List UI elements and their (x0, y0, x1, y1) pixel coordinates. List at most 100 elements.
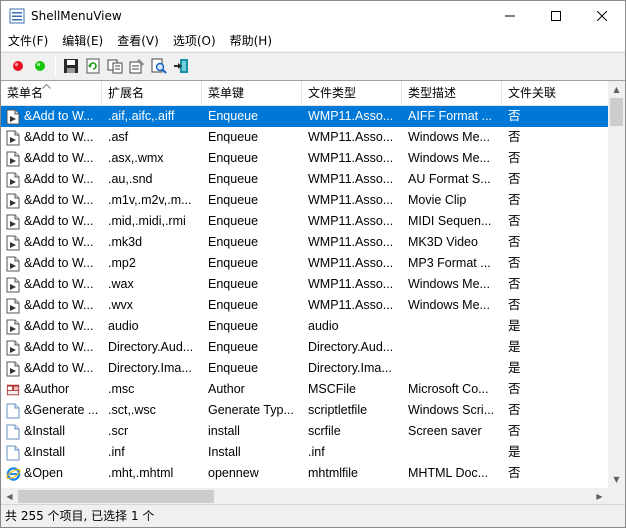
column-header-file-association[interactable]: 文件关联 (502, 81, 609, 106)
scroll-up-icon[interactable]: ▲ (608, 81, 625, 98)
cell-text: AIFF Format ... (408, 109, 493, 123)
vertical-scrollbar[interactable]: ▲ ▼ (608, 81, 625, 488)
cell-text: Screen saver (408, 424, 482, 438)
cell-text: Enqueue (208, 256, 259, 270)
table-cell: .inf (102, 442, 202, 463)
column-header-type-description[interactable]: 类型描述 (402, 81, 502, 106)
table-cell: 是 (502, 442, 609, 463)
cell-text: Enqueue (208, 319, 259, 333)
table-row[interactable]: &Add to W... .asf Enqueue WMP11.Asso... Wind… (1, 127, 625, 148)
table-cell: &Install (1, 421, 102, 442)
horizontal-scrollbar[interactable]: ◀ ▶ (1, 488, 608, 504)
cell-text: MIDI Sequen... (408, 214, 492, 228)
table-cell: Microsoft Co... (402, 379, 502, 400)
menu-view[interactable]: 查看(V) (110, 31, 166, 51)
table-row[interactable]: &Add to W... Directory.Ima... Enqueue Direc… (1, 358, 625, 379)
horizontal-scroll-thumb[interactable] (18, 490, 214, 503)
table-row[interactable]: &Add to W... .au,.snd Enqueue WMP11.Asso...… (1, 169, 625, 190)
table-cell: Screen saver (402, 421, 502, 442)
table-row[interactable]: &Add to W... .m1v,.m2v,.m... Enqueue WMP11.… (1, 190, 625, 211)
table-cell: 否 (502, 421, 609, 442)
cell-text: WMP11.Asso... (308, 235, 394, 249)
cell-text: Windows Me... (408, 298, 490, 312)
scroll-down-icon[interactable]: ▼ (608, 471, 625, 488)
cell-text: .aif,.aifc,.aiff (108, 109, 175, 123)
cell-text: Enqueue (208, 277, 259, 291)
column-header-extension[interactable]: 扩展名 (102, 81, 202, 106)
column-header-menu-name[interactable]: 菜单名 (1, 81, 102, 106)
table-cell: .wvx (102, 295, 202, 316)
table-row[interactable]: &Install .inf Install .inf 是 (1, 442, 625, 463)
cell-text: Directory.Aud... (108, 340, 194, 354)
close-button[interactable] (579, 1, 625, 31)
menu-options[interactable]: 选项(O) (166, 31, 223, 51)
cell-text: Enqueue (208, 109, 259, 123)
table-row[interactable]: &Add to W... .mp2 Enqueue WMP11.Asso... MP3 … (1, 253, 625, 274)
cell-text: &Add to W... (24, 151, 94, 165)
cell-text: 否 (508, 256, 521, 270)
table-row[interactable]: &Add to W... Directory.Aud... Enqueue Direc… (1, 337, 625, 358)
exit-button[interactable] (170, 55, 192, 77)
table-cell: &Add to W... (1, 253, 102, 274)
table-cell: 否 (502, 106, 609, 127)
menu-file[interactable]: 文件(F) (1, 31, 55, 51)
column-header-file-type[interactable]: 文件类型 (302, 81, 402, 106)
maximize-button[interactable] (533, 1, 579, 31)
enable-button[interactable] (7, 55, 29, 77)
table-row[interactable]: &Add to W... .mk3d Enqueue WMP11.Asso... MK3… (1, 232, 625, 253)
cell-text: Microsoft Co... (408, 382, 489, 396)
table-cell: Directory.Ima... (302, 358, 402, 379)
table-cell: .wax (102, 274, 202, 295)
table-cell: .scr (102, 421, 202, 442)
table-cell: WMP11.Asso... (302, 211, 402, 232)
cell-text: &Add to W... (24, 340, 94, 354)
copy-button[interactable] (104, 55, 126, 77)
cell-text: &Open (24, 466, 63, 480)
cell-text: .asx,.wmx (108, 151, 164, 165)
cell-text: &Add to W... (24, 361, 94, 375)
column-header-menu-key[interactable]: 菜单键 (202, 81, 302, 106)
table-row[interactable]: &Add to W... .mid,.midi,.rmi Enqueue WMP11.… (1, 211, 625, 232)
table-row[interactable]: &Add to W... audio Enqueue audio 是 (1, 316, 625, 337)
media-icon (6, 361, 20, 377)
refresh-button[interactable] (82, 55, 104, 77)
table-cell: 否 (502, 169, 609, 190)
cell-text: &Install (24, 445, 65, 459)
table-cell: .asx,.wmx (102, 148, 202, 169)
cell-text: Directory.Ima... (108, 361, 192, 375)
disable-button[interactable] (29, 55, 51, 77)
shell-menu-list[interactable]: 菜单名 扩展名 菜单键 文件类型 类型描述 文件关联 &Add to W....… (1, 80, 625, 504)
table-row[interactable]: &Install .scr install scrfile Screen saver 否 (1, 421, 625, 442)
table-row[interactable]: &Add to W... .wax Enqueue WMP11.Asso... Wind… (1, 274, 625, 295)
minimize-button[interactable] (487, 1, 533, 31)
cell-text: WMP11.Asso... (308, 151, 394, 165)
table-row[interactable]: &Add to W... .aif,.aifc,.aiff Enqueue WMP11… (1, 106, 625, 127)
table-row[interactable]: &Add to W... .wvx Enqueue WMP11.Asso... Wind… (1, 295, 625, 316)
properties-button[interactable] (126, 55, 148, 77)
menu-edit[interactable]: 编辑(E) (55, 31, 110, 51)
console-icon (6, 382, 20, 398)
cell-text: Windows Scri... (408, 403, 495, 417)
table-cell: Enqueue (202, 274, 302, 295)
menu-help[interactable]: 帮助(H) (223, 31, 279, 51)
scroll-right-icon[interactable]: ▶ (591, 488, 608, 504)
media-icon (6, 340, 20, 356)
vertical-scroll-thumb[interactable] (610, 98, 623, 126)
cell-text: mhtmlfile (308, 466, 359, 480)
media-icon (6, 172, 20, 188)
table-row[interactable]: &Add to W... .asx,.wmx Enqueue WMP11.Asso..… (1, 148, 625, 169)
table-row[interactable]: &Generate ... .sct,.wsc Generate Typ... scr… (1, 400, 625, 421)
save-button[interactable] (60, 55, 82, 77)
cell-text: 是 (508, 361, 521, 375)
table-cell: &Add to W... (1, 316, 102, 337)
cell-text: &Install (24, 424, 65, 438)
find-button[interactable] (148, 55, 170, 77)
cell-text: WMP11.Asso... (308, 256, 394, 270)
cell-text: 是 (508, 319, 521, 333)
table-cell: Enqueue (202, 232, 302, 253)
window-title: ShellMenuView (31, 9, 122, 23)
table-row[interactable]: &Open .mht,.mhtml opennew mhtmlfile MHTML Do… (1, 463, 625, 484)
cell-text: WMP11.Asso... (308, 214, 394, 228)
scroll-left-icon[interactable]: ◀ (1, 488, 18, 504)
table-row[interactable]: &Author .msc Author MSCFile Microsoft Co... 否 (1, 379, 625, 400)
